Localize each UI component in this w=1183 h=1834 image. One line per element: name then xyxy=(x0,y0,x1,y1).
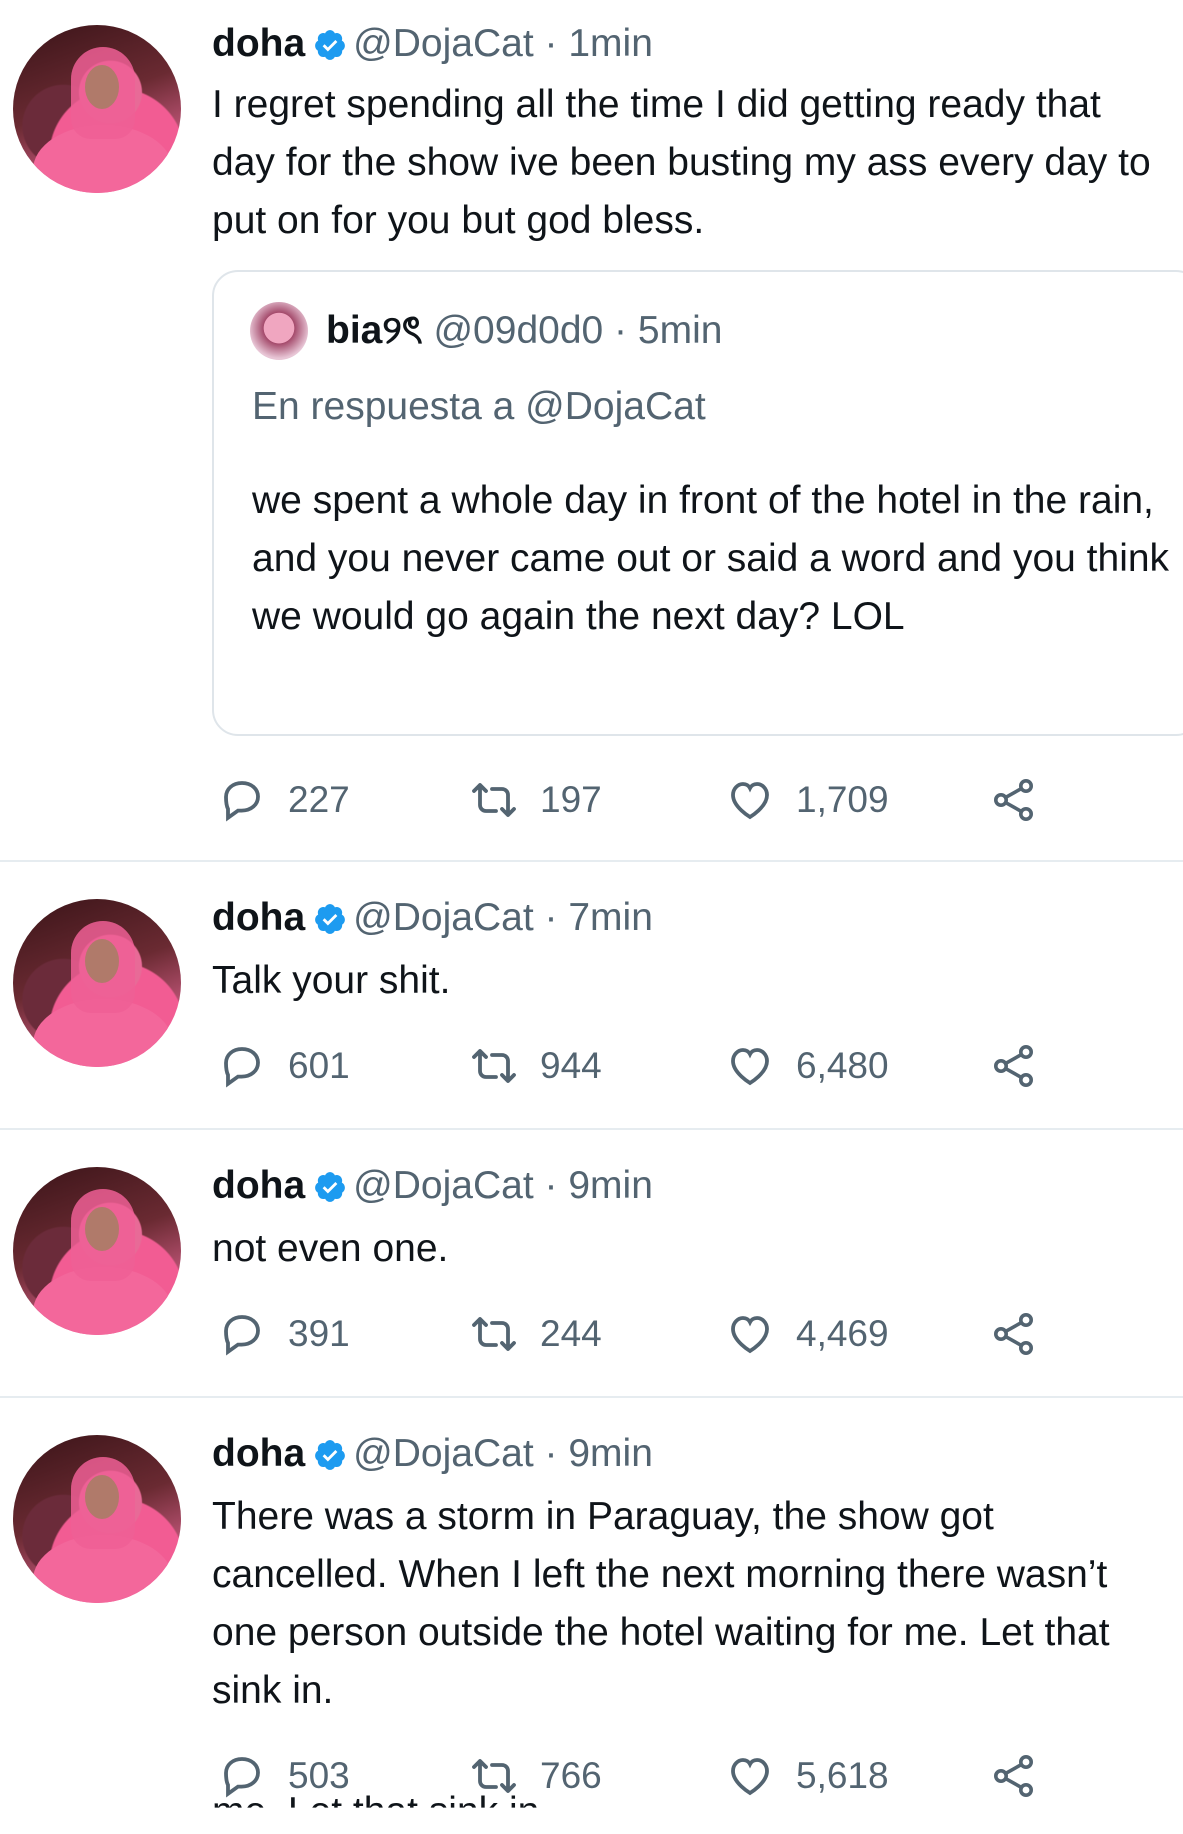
separator-dot: · xyxy=(544,1432,558,1475)
verified-badge-icon xyxy=(315,1440,346,1470)
handle[interactable]: @DojaCat xyxy=(353,22,534,65)
like-icon xyxy=(731,1758,769,1796)
like-icon xyxy=(731,782,769,820)
separator-dot: · xyxy=(614,309,628,352)
like-count: 6,480 xyxy=(796,1045,889,1086)
tweet-header: doha @DojaCat · 1min xyxy=(212,20,653,68)
like-icon xyxy=(731,1048,769,1086)
handle[interactable]: @DojaCat xyxy=(353,1164,534,1207)
like-button[interactable]: 4,469 xyxy=(726,1304,889,1364)
tweet-2[interactable]: doha @DojaCat · 7min Talk your shit. 601 … xyxy=(0,862,1183,1128)
avatar-photo xyxy=(85,1475,119,1519)
verified-badge-icon xyxy=(315,1172,346,1202)
reply-count: 391 xyxy=(288,1313,350,1354)
share-button[interactable] xyxy=(990,1036,1060,1096)
action-bar: 503 766 5,618 xyxy=(0,1746,1183,1806)
tweet-1[interactable]: doha @DojaCat · 1min I regret spending al… xyxy=(0,0,1183,860)
display-name[interactable]: doha xyxy=(212,22,305,65)
reply-button[interactable]: 227 xyxy=(218,770,350,830)
avatar[interactable] xyxy=(13,25,181,193)
tweet-text: Talk your shit. xyxy=(212,959,451,1002)
reply-context[interactable]: En respuesta a @DojaCat xyxy=(252,382,706,432)
timestamp[interactable]: 7min xyxy=(568,896,653,939)
separator-dot: · xyxy=(544,22,558,65)
action-bar: 601 944 6,480 xyxy=(0,1036,1183,1096)
separator-dot: · xyxy=(544,896,558,939)
tweet-3[interactable]: doha @DojaCat · 9min not even one. 391 24… xyxy=(0,1130,1183,1396)
display-name[interactable]: doha xyxy=(212,896,305,939)
reply-button[interactable]: 601 xyxy=(218,1036,350,1096)
quoted-tweet[interactable]: bia୨ৎ @09d0d0 · 5min En respuesta a @Doj… xyxy=(212,270,1183,736)
like-count: 1,709 xyxy=(796,779,889,820)
reply-button[interactable]: 391 xyxy=(218,1304,350,1364)
retweet-icon xyxy=(472,1317,516,1351)
like-count: 5,618 xyxy=(796,1755,889,1796)
reply-count: 227 xyxy=(288,779,350,820)
quoted-text: we spent a whole day in front of the hot… xyxy=(252,479,1170,638)
tweet-text: not even one. xyxy=(212,1227,449,1270)
verified-badge-icon xyxy=(315,30,346,60)
action-bar: 227 197 1,709 xyxy=(0,770,1183,830)
retweet-icon xyxy=(472,783,516,817)
reply-count: 601 xyxy=(288,1045,350,1086)
quoted-display-name[interactable]: bia୨ৎ xyxy=(326,309,423,352)
retweet-count: 244 xyxy=(540,1313,602,1354)
avatar-photo xyxy=(85,939,119,983)
handle[interactable]: @DojaCat xyxy=(353,896,534,939)
tweet-header: doha @DojaCat · 9min xyxy=(212,1162,653,1210)
avatar[interactable] xyxy=(13,1435,181,1603)
tweet-header: doha @DojaCat · 7min xyxy=(212,894,653,942)
display-name[interactable]: doha xyxy=(212,1164,305,1207)
like-count: 4,469 xyxy=(796,1313,889,1354)
verified-badge-icon xyxy=(315,904,346,934)
like-button[interactable]: 1,709 xyxy=(726,770,889,830)
quoted-header: bia୨ৎ @09d0d0 · 5min xyxy=(326,306,722,356)
like-button[interactable]: 6,480 xyxy=(726,1036,889,1096)
action-bar: 391 244 4,469 xyxy=(0,1304,1183,1364)
tweet-header: doha @DojaCat · 9min xyxy=(212,1430,653,1478)
tweet-4[interactable]: doha @DojaCat · 9min There was a storm in… xyxy=(0,1398,1183,1817)
avatar-photo xyxy=(85,65,119,109)
display-name[interactable]: doha xyxy=(212,1432,305,1475)
share-icon xyxy=(994,1313,1033,1355)
handle[interactable]: @DojaCat xyxy=(353,1432,534,1475)
share-icon xyxy=(994,1045,1033,1087)
share-icon xyxy=(994,1755,1033,1797)
separator-dot: · xyxy=(544,1164,558,1207)
tweet-text: There was a storm in Paraguay, the show … xyxy=(212,1495,1110,1712)
retweet-button[interactable]: 944 xyxy=(470,1036,602,1096)
reply-icon xyxy=(224,781,260,822)
reply-icon xyxy=(224,1315,260,1356)
retweet-count: 197 xyxy=(540,779,602,820)
avatar-photo xyxy=(85,1207,119,1251)
like-button[interactable]: 5,618 xyxy=(726,1746,889,1806)
quoted-timestamp: 5min xyxy=(637,309,723,352)
like-icon xyxy=(731,1316,769,1354)
reply-icon xyxy=(224,1047,260,1088)
retweet-count: 944 xyxy=(540,1045,602,1086)
timestamp[interactable]: 9min xyxy=(568,1164,653,1207)
tweet-text: I regret spending all the time I did get… xyxy=(212,83,1151,242)
share-icon xyxy=(994,779,1033,821)
quoted-handle[interactable]: @09d0d0 xyxy=(433,309,603,352)
share-button[interactable] xyxy=(990,770,1060,830)
retweet-icon xyxy=(472,1049,516,1083)
quoted-avatar[interactable] xyxy=(250,302,308,360)
share-button[interactable] xyxy=(990,1304,1060,1364)
timestamp[interactable]: 1min xyxy=(568,22,653,65)
share-button[interactable] xyxy=(990,1746,1060,1806)
retweet-button[interactable]: 244 xyxy=(470,1304,602,1364)
timestamp[interactable]: 9min xyxy=(568,1432,653,1475)
retweet-button[interactable]: 197 xyxy=(470,770,602,830)
